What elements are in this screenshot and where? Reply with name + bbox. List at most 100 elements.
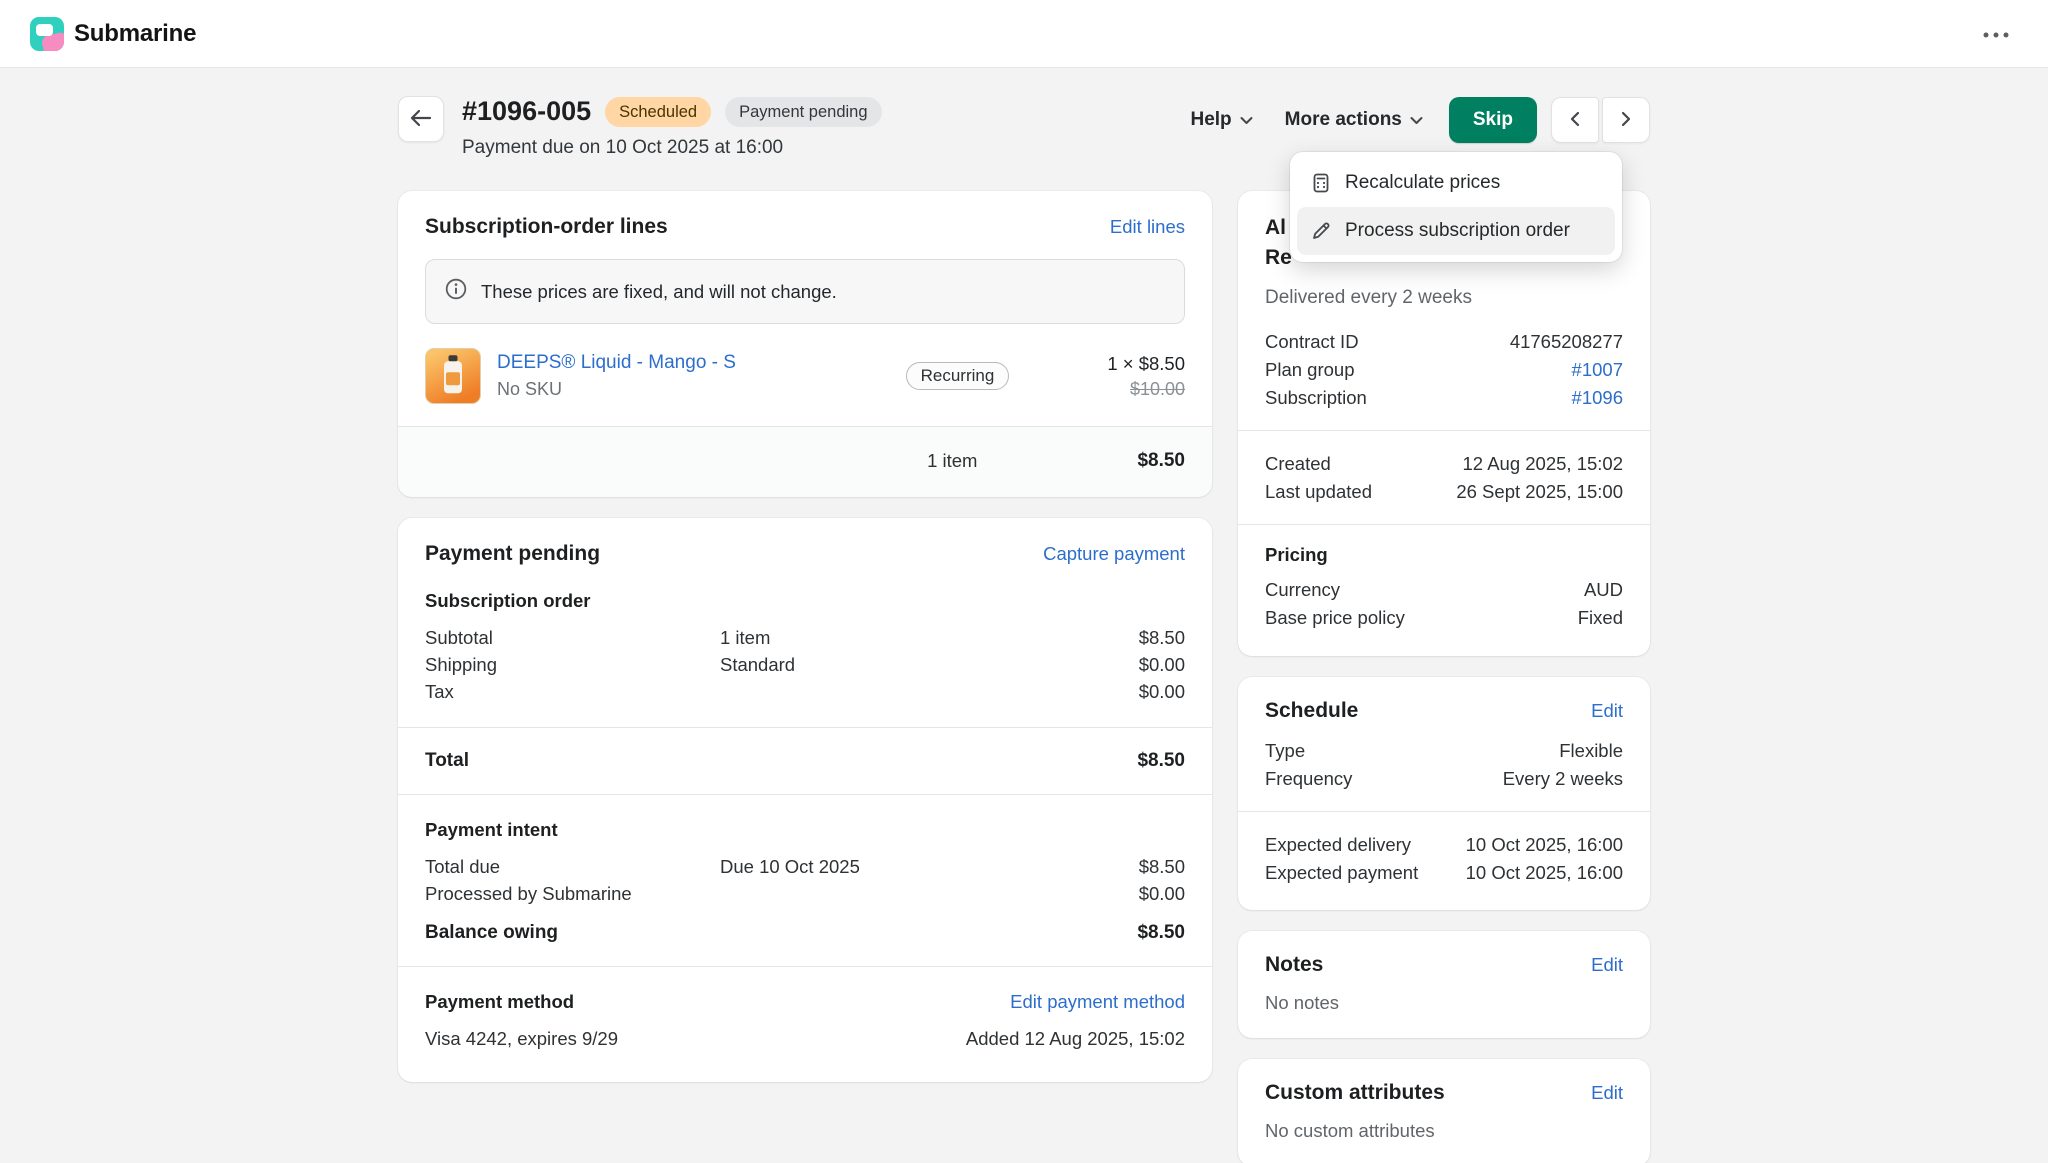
submarine-logo (30, 17, 64, 51)
product-name-link[interactable]: DEEPS® Liquid - Mango - S (497, 352, 736, 373)
subscription-order-lines-card: Subscription-order lines Edit lines Thes… (398, 191, 1212, 497)
row-label: Subscription (1265, 384, 1367, 411)
payment-method-summary: Visa 4242, expires 9/29 (425, 1028, 618, 1050)
row-amount: $0.00 (1139, 880, 1185, 907)
fixed-prices-banner: These prices are fixed, and will not cha… (425, 259, 1185, 324)
custom-attributes-empty-text: No custom attributes (1238, 1105, 1650, 1163)
menu-item-label: Process subscription order (1345, 220, 1570, 242)
status-badge-payment-pending: Payment pending (725, 97, 881, 127)
row-amount: $0.00 (1139, 651, 1185, 678)
created-row: Created 12 Aug 2025, 15:02 (1265, 450, 1623, 477)
subscription-link[interactable]: #1096 (1572, 384, 1623, 411)
more-actions-button-label: More actions (1285, 109, 1402, 131)
row-label: Frequency (1265, 765, 1352, 792)
pagination-group (1551, 97, 1650, 143)
row-label: Plan group (1265, 356, 1354, 383)
row-value: 26 Sept 2025, 15:00 (1456, 478, 1623, 505)
page-header: #1096-005 Scheduled Payment pending Paym… (398, 96, 1650, 159)
total-label: Total (425, 750, 469, 772)
contract-id-row: Contract ID 41765208277 (1265, 328, 1623, 355)
contract-section: Contract ID 41765208277 Plan group #1007… (1238, 309, 1650, 430)
payment-method-section: Payment method Edit payment method Visa … (398, 967, 1212, 1082)
more-actions-button[interactable]: More actions (1273, 98, 1435, 142)
balance-owing-row: Balance owing $8.50 (425, 922, 1185, 944)
pricing-section: Pricing Currency AUD Base price policy F… (1238, 525, 1650, 656)
capture-payment-link[interactable]: Capture payment (1043, 543, 1185, 565)
previous-order-button[interactable] (1551, 97, 1599, 143)
edit-custom-attributes-link[interactable]: Edit (1591, 1082, 1623, 1104)
right-column: Al Re Delivered every 2 weeks Contract I… (1238, 191, 1650, 1163)
schedule-type-section: Type Flexible Frequency Every 2 weeks (1238, 723, 1650, 811)
total-amount: $8.50 (1137, 750, 1185, 772)
edit-schedule-link[interactable]: Edit (1591, 700, 1623, 722)
subscription-order-section: Subscription order Subtotal 1 item $8.50… (398, 566, 1212, 727)
type-row: Type Flexible (1265, 737, 1623, 764)
row-label: Created (1265, 450, 1331, 477)
status-badge-scheduled: Scheduled (605, 97, 711, 127)
recurring-badge: Recurring (906, 362, 1010, 390)
card-title: Notes (1265, 953, 1323, 977)
left-column: Subscription-order lines Edit lines Thes… (398, 191, 1212, 1082)
order-line-item: DEEPS® Liquid - Mango - S No SKU Recurri… (398, 348, 1212, 426)
row-label: Total due (425, 853, 710, 880)
row-label: Type (1265, 737, 1305, 764)
edit-lines-link[interactable]: Edit lines (1110, 216, 1185, 238)
dates-section: Created 12 Aug 2025, 15:02 Last updated … (1238, 431, 1650, 524)
page-container: #1096-005 Scheduled Payment pending Paym… (398, 68, 1650, 1163)
plan-group-row: Plan group #1007 (1265, 356, 1623, 383)
menu-item-process-subscription-order[interactable]: Process subscription order (1297, 207, 1615, 255)
skip-button[interactable]: Skip (1449, 97, 1537, 143)
menu-item-recalculate-prices[interactable]: Recalculate prices (1297, 159, 1615, 207)
row-detail: Due 10 Oct 2025 (720, 853, 1129, 880)
row-label: Contract ID (1265, 328, 1359, 355)
overflow-menu-button[interactable] (1974, 14, 2018, 54)
chevron-left-icon (1570, 111, 1580, 130)
card-title: Custom attributes (1265, 1081, 1445, 1105)
brand: Submarine (30, 17, 196, 51)
row-label: Base price policy (1265, 604, 1405, 631)
tax-row: Tax $0.00 (425, 678, 1185, 705)
next-order-button[interactable] (1602, 97, 1650, 143)
row-value: 10 Oct 2025, 16:00 (1466, 859, 1623, 886)
payment-pending-card: Payment pending Capture payment Subscrip… (398, 518, 1212, 1082)
section-heading: Payment method (425, 991, 574, 1013)
section-heading: Subscription order (425, 590, 1185, 612)
notes-empty-text: No notes (1238, 977, 1650, 1038)
row-label: Last updated (1265, 478, 1372, 505)
custom-attributes-card: Custom attributes Edit No custom attribu… (1238, 1059, 1650, 1163)
back-button[interactable] (398, 96, 444, 142)
row-value: Every 2 weeks (1503, 765, 1623, 792)
expected-delivery-row: Expected delivery 10 Oct 2025, 16:00 (1265, 831, 1623, 858)
row-value: AUD (1584, 576, 1623, 603)
line-compare-price: $10.00 (1107, 379, 1185, 400)
card-title: Schedule (1265, 699, 1358, 723)
section-heading: Pricing (1265, 544, 1623, 566)
page-title: #1096-005 (462, 96, 591, 127)
expected-section: Expected delivery 10 Oct 2025, 16:00 Exp… (1238, 812, 1650, 910)
row-label: Expected delivery (1265, 831, 1411, 858)
pen-icon (1310, 220, 1332, 242)
delivery-summary: Delivered every 2 weeks (1265, 287, 1623, 309)
section-heading: Payment intent (425, 819, 1185, 841)
row-detail (720, 880, 1129, 907)
row-value: Flexible (1559, 737, 1623, 764)
menu-item-label: Recalculate prices (1345, 172, 1500, 194)
shipping-row: Shipping Standard $0.00 (425, 651, 1185, 678)
app-title: Submarine (74, 20, 196, 48)
back-arrow-icon (410, 109, 432, 130)
row-label: Processed by Submarine (425, 880, 710, 907)
plan-group-link[interactable]: #1007 (1572, 356, 1623, 383)
edit-payment-method-link[interactable]: Edit payment method (1010, 991, 1185, 1013)
item-count: 1 item (927, 450, 977, 472)
total-due-row: Total due Due 10 Oct 2025 $8.50 (425, 853, 1185, 880)
payment-method-added: Added 12 Aug 2025, 15:02 (966, 1028, 1185, 1050)
info-icon (444, 277, 468, 306)
row-value: 12 Aug 2025, 15:02 (1463, 450, 1623, 477)
lines-total: $8.50 (1137, 450, 1185, 472)
balance-amount: $8.50 (1137, 922, 1185, 944)
topbar: Submarine (0, 0, 2048, 68)
header-actions: Help More actions Skip (1178, 96, 1650, 143)
edit-notes-link[interactable]: Edit (1591, 954, 1623, 976)
calculator-icon (1310, 172, 1332, 194)
help-button[interactable]: Help (1178, 98, 1264, 142)
